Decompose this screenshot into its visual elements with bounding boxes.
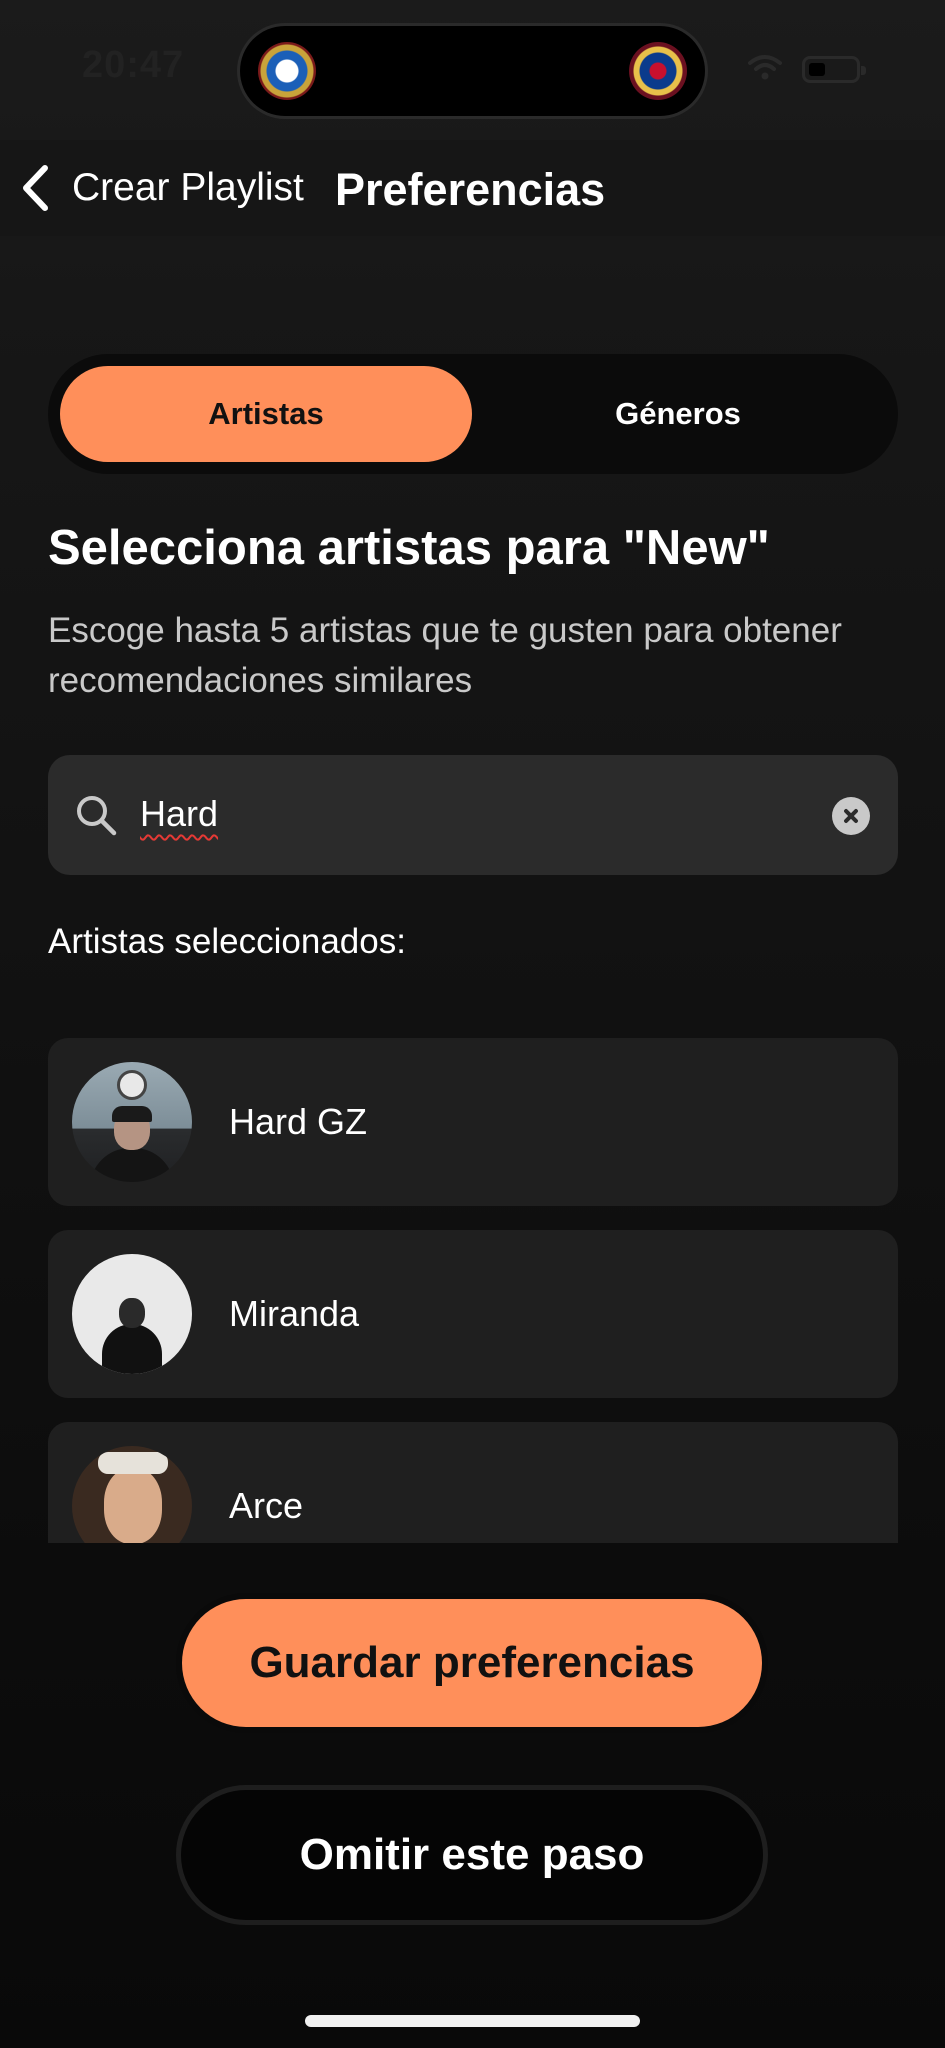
dynamic-island — [240, 26, 705, 116]
artist-name: Hard GZ — [229, 1101, 368, 1142]
clear-icon[interactable] — [832, 797, 870, 835]
artist-avatar — [72, 1062, 192, 1182]
artist-item[interactable]: Arce — [48, 1422, 898, 1543]
tab-artistas[interactable]: Artistas — [60, 366, 472, 462]
back-button[interactable]: Crear Playlist — [18, 158, 304, 218]
status-bar: 20:47 — [0, 0, 945, 140]
artist-avatar — [72, 1446, 192, 1543]
artist-item[interactable]: Miranda — [48, 1230, 898, 1398]
search-input[interactable]: Hard — [48, 755, 898, 875]
segmented-control: Artistas Géneros — [48, 354, 898, 474]
selected-artists-label: Artistas seleccionados: — [48, 922, 406, 961]
skip-step-button[interactable]: Omitir este paso — [176, 1785, 768, 1925]
status-time: 20:47 — [82, 44, 185, 86]
search-value[interactable]: Hard — [140, 789, 218, 839]
artist-item[interactable]: Hard GZ — [48, 1038, 898, 1206]
espanyol-crest-icon — [258, 42, 316, 100]
save-preferences-label: Guardar preferencias — [182, 1599, 762, 1727]
tab-generos[interactable]: Géneros — [472, 366, 884, 462]
nav-header: Crear Playlist Preferencias — [0, 140, 945, 236]
artist-avatar — [72, 1254, 192, 1374]
section-subtitle: Escoge hasta 5 artistas que te gusten pa… — [48, 611, 842, 700]
save-preferences-button[interactable]: Guardar preferencias — [176, 1593, 768, 1733]
battery-icon — [802, 56, 866, 83]
wifi-icon — [748, 55, 782, 80]
selected-artists-list: Hard GZ Miranda Arce — [48, 1038, 898, 1543]
chevron-left-icon — [23, 165, 48, 211]
search-icon — [77, 796, 117, 836]
screen: 20:47 Crear Playlist Preferencias Artist… — [0, 0, 945, 2048]
artist-name: Miranda — [229, 1293, 360, 1334]
section-title: Selecciona artistas para "New" — [48, 521, 770, 575]
back-label: Crear Playlist — [72, 166, 304, 209]
page-title: Preferencias — [335, 164, 606, 215]
barcelona-crest-icon — [629, 42, 687, 100]
home-indicator[interactable] — [305, 2015, 640, 2027]
artist-name: Arce — [229, 1485, 304, 1526]
